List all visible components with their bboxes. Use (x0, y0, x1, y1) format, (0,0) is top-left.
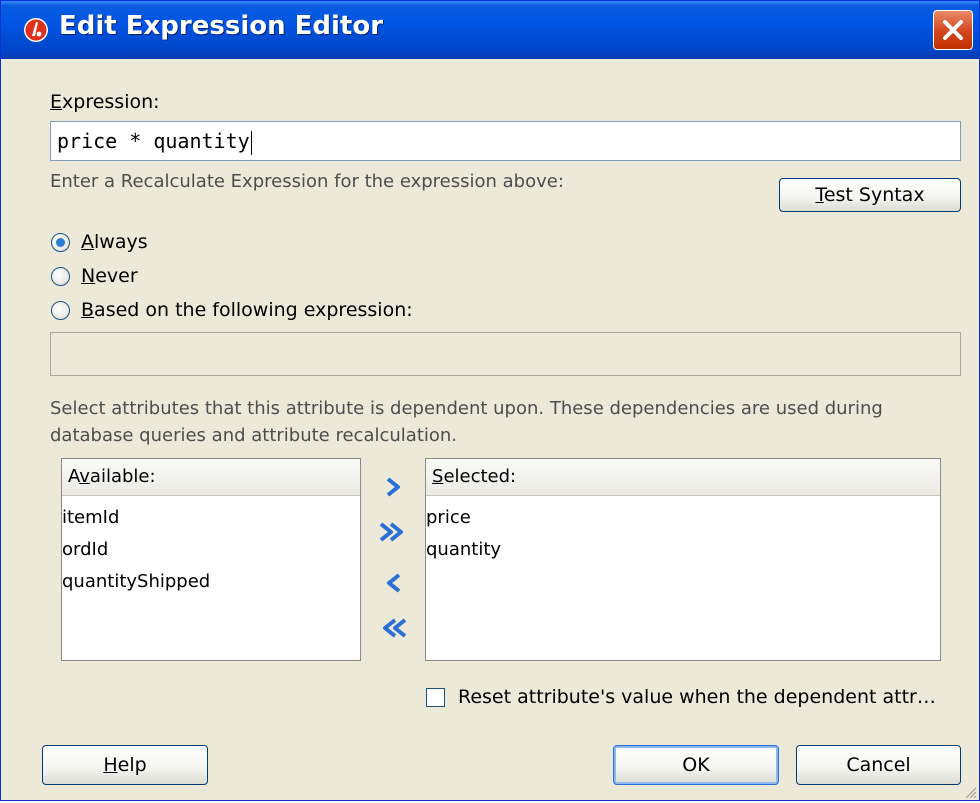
selected-list[interactable]: Selected: price quantity (425, 458, 941, 661)
reset-value-label: Reset attribute's value when the depende… (458, 686, 936, 708)
text-caret (250, 130, 252, 155)
resize-grip-icon[interactable] (963, 784, 977, 799)
selected-list-header: Selected: (426, 459, 940, 496)
expression-input[interactable]: price * quantity (50, 121, 961, 161)
selected-item-quantity[interactable]: quantity (426, 539, 501, 560)
available-list-header: Available: (62, 459, 360, 496)
ok-button[interactable]: OK (613, 745, 779, 785)
recalc-expression-field (50, 332, 961, 376)
radio-never-circle[interactable] (51, 267, 70, 286)
expression-label: Expression: (50, 91, 160, 113)
radio-always-circle[interactable] (51, 233, 70, 252)
help-button[interactable]: Help (42, 745, 208, 785)
available-item-ordId[interactable]: ordId (62, 539, 108, 560)
move-right-icon[interactable] (379, 473, 409, 501)
move-left-icon[interactable] (379, 569, 409, 597)
move-all-right-icon[interactable] (376, 518, 406, 546)
dialog-title: Edit Expression Editor (59, 11, 384, 41)
radio-based-on-circle[interactable] (51, 301, 70, 320)
expression-editor-dialog: Edit Expression Editor Expression: price… (0, 0, 980, 801)
expression-value: price * quantity (57, 129, 250, 153)
test-syntax-button[interactable]: Test Syntax (779, 178, 961, 212)
radio-based-on-label: Based on the following expression: (81, 299, 413, 321)
close-icon (943, 20, 963, 40)
cancel-button[interactable]: Cancel (796, 745, 961, 785)
reset-value-checkbox[interactable] (426, 688, 445, 707)
title-bar[interactable]: Edit Expression Editor (1, 1, 979, 59)
dependencies-description-line2: database queries and attribute recalcula… (50, 425, 458, 446)
radio-always-label: Always (81, 231, 148, 253)
selected-item-price[interactable]: price (426, 507, 471, 528)
radio-never-label: Never (81, 265, 138, 287)
available-item-quantityShipped[interactable]: quantityShipped (62, 571, 210, 592)
available-item-itemId[interactable]: itemId (62, 507, 119, 528)
oracle-app-icon (23, 17, 49, 43)
dependencies-description-line1: Select attributes that this attribute is… (50, 398, 883, 419)
available-list[interactable]: Available: itemId ordId quantityShipped (61, 458, 361, 661)
recalc-hint-text: Enter a Recalculate Expression for the e… (50, 171, 564, 192)
close-button[interactable] (933, 10, 973, 50)
move-all-left-icon[interactable] (376, 614, 407, 642)
